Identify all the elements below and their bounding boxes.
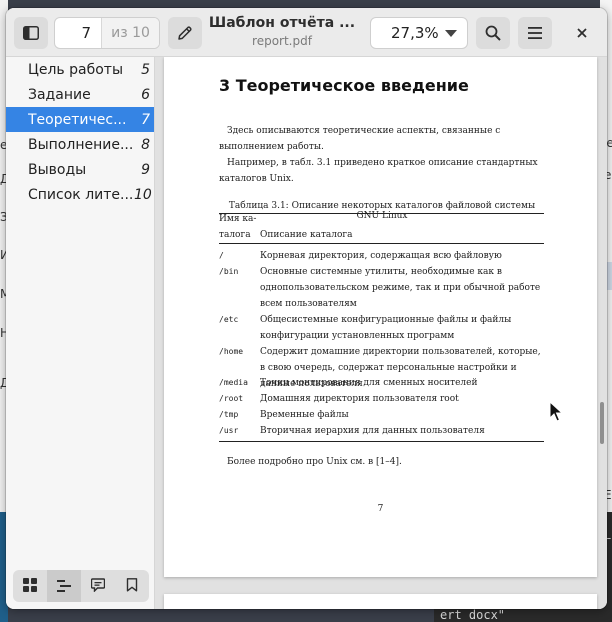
close-icon [577,28,587,38]
toc-item-page: 5 [141,61,150,78]
document-filename: report.pdf [252,34,312,48]
paragraph: Более подробно про Unix см. в [1–4]. [227,457,402,467]
vertical-scrollbar[interactable] [600,402,604,444]
document-viewer-window: из 10 Шаблон отчёта ... report.pdf 27,3% [6,8,607,609]
table-header-desc: Описание каталога [260,230,353,240]
bookmark-icon [126,577,138,596]
next-pdf-page [164,594,597,609]
sidebar-view-switcher [13,570,149,602]
table-cell-desc: Основные системные утилиты, необходимые … [260,267,541,309]
paragraph: Здесь описываются теоретические аспекты,… [219,126,501,152]
table-cell-desc: Временные файлы [260,410,349,420]
page-total-label: из 10 [101,18,159,48]
table-cell-desc: Точки монтирования для сменных носителей [260,378,478,388]
table-cell-desc: Общесистемные конфигурационные файлы и ф… [260,315,512,341]
table-header-rule [219,243,544,244]
page-number-box: из 10 [54,17,160,49]
table-cell-dir: /bin [219,267,239,276]
outline-list-icon [57,577,71,596]
search-button[interactable] [476,17,510,49]
toc-item-label: Теоретичес... [28,111,127,128]
zoom-dropdown[interactable]: 27,3% [370,17,468,49]
page-number: 7 [377,504,384,514]
mouse-pointer-icon [549,400,564,427]
window-title: Шаблон отчёта ... report.pdf [202,15,362,48]
background-terminal-text: ert docx" [434,608,612,622]
thumbnails-tab[interactable] [13,570,47,602]
toc-item-page: 9 [141,161,150,178]
toc-item[interactable]: Выводы 9 [6,157,154,182]
table-cell-dir: /root [219,394,244,403]
page-number-input[interactable] [55,18,101,48]
document-view[interactable]: 3 Теоретическое введение Здесь описывают… [155,57,607,609]
table-caption: Таблица 3.1: Описание некоторых каталого… [228,201,536,221]
table-header-dir: Имя ка- талога [219,214,257,240]
thumbnails-grid-icon [23,577,37,596]
section-heading: 3 Теоретическое введение [219,76,469,95]
table-cell-desc: Вторичная иерархия для данных пользовате… [260,426,485,436]
toc-item-page: 7 [141,111,150,128]
annotations-tab[interactable] [81,570,115,602]
main-menu-button[interactable] [518,17,552,49]
toc-item-label: Цель работы [28,61,124,78]
toc-item[interactable]: Цель работы 5 [6,57,154,82]
table-cell-dir: /media [219,378,248,387]
table-cell-dir: /home [219,347,244,356]
table-cell-dir: /etc [219,315,239,324]
chevron-down-icon [445,24,457,42]
zoom-value: 27,3% [391,24,439,42]
table-bottom-rule [219,441,544,442]
toc-item[interactable]: Выполнение... 8 [6,132,154,157]
table-top-rule [219,213,544,214]
annotate-button[interactable] [168,17,202,49]
table-cell-dir: /tmp [219,410,239,419]
toc-item-selected[interactable]: Теоретичес... 7 [6,107,154,132]
table-cell-desc: Корневая директория, содержащая всю файл… [260,251,502,261]
toc-item-page: 8 [141,136,150,153]
hamburger-menu-icon [527,26,543,40]
toc-item-label: Список лите... [28,186,134,203]
toc-item[interactable]: Задание 6 [6,82,154,107]
table-cell-dir: / [219,251,224,260]
table-cell-desc: Домашняя директория пользователя root [260,394,459,404]
close-button[interactable] [566,17,598,49]
table-cell-dir: /usr [219,426,239,435]
sidebar-toggle-icon [23,26,39,40]
toc-item-page: 6 [141,86,150,103]
document-title: Шаблон отчёта ... [208,15,356,31]
bookmarks-tab[interactable] [115,570,149,602]
toc-item-label: Задание [28,86,91,103]
annotations-icon [90,577,106,596]
outline-tab[interactable] [47,570,81,602]
toc-item-page: 10 [134,186,152,203]
toc-item[interactable]: Список лите... 10 [6,182,154,207]
toc-item-label: Выводы [28,161,87,178]
search-icon [485,25,501,41]
sidebar-toggle-button[interactable] [14,17,48,49]
pencil-icon [177,25,193,41]
outline-sidebar: Цель работы 5 Задание 6 Теоретичес... 7 … [6,57,155,609]
paragraph: Например, в табл. 3.1 приведено краткое … [219,158,538,184]
toc-item-label: Выполнение... [28,136,134,153]
header-bar: из 10 Шаблон отчёта ... report.pdf 27,3% [6,8,607,57]
pdf-page: 3 Теоретическое введение Здесь описывают… [164,57,597,577]
